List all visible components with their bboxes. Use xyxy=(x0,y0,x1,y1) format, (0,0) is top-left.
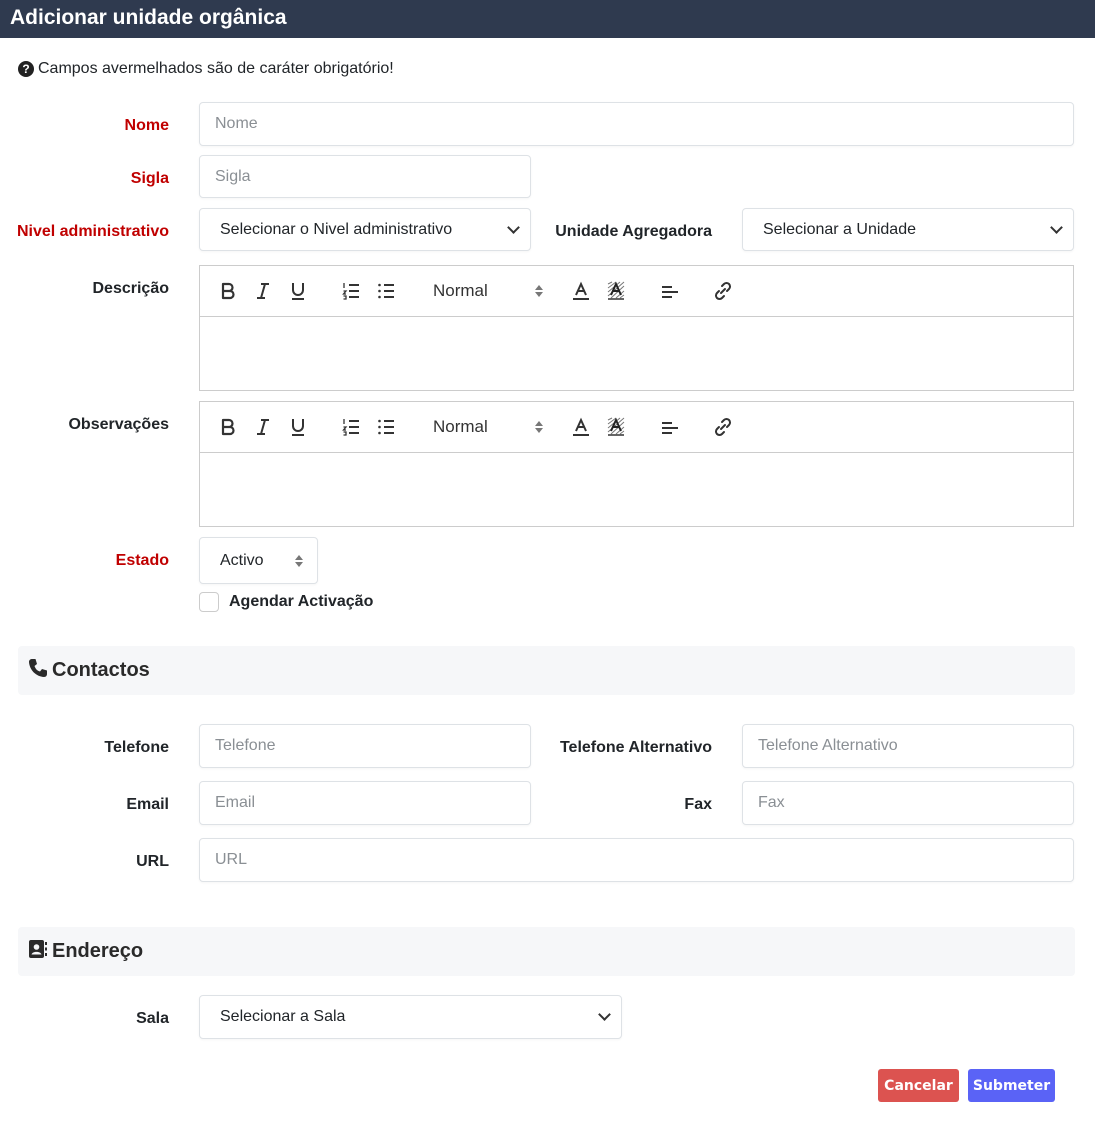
address-book-icon xyxy=(28,939,48,965)
nome-label: Nome xyxy=(124,117,169,134)
agendar-checkbox[interactable] xyxy=(199,592,219,612)
bold-icon[interactable] xyxy=(218,280,238,302)
descricao-label: Descrição xyxy=(92,280,170,297)
header-select[interactable]: Normal xyxy=(433,280,543,302)
updown-icon xyxy=(535,285,543,297)
fax-input[interactable]: Fax xyxy=(742,781,1074,825)
estado-select-value: Activo xyxy=(220,551,264,569)
background-icon[interactable] xyxy=(606,416,626,438)
nivel-label: Nivel administrativo xyxy=(16,223,169,240)
observacoes-editor: Normal xyxy=(199,401,1074,527)
header-select-value: Normal xyxy=(433,417,488,436)
link-icon[interactable] xyxy=(713,280,733,302)
agregadora-label: Unidade Agregadora xyxy=(555,223,712,240)
endereco-title: Endereço xyxy=(52,940,144,962)
sala-label: Sala xyxy=(136,1010,169,1027)
updown-icon xyxy=(535,421,543,433)
contactos-title: Contactos xyxy=(52,659,150,681)
url-input[interactable]: URL xyxy=(199,838,1074,882)
email-placeholder: Email xyxy=(215,794,256,811)
telefone-alt-input[interactable]: Telefone Alternativo xyxy=(742,724,1074,768)
phone-icon xyxy=(28,658,48,684)
email-input[interactable]: Email xyxy=(199,781,531,825)
color-icon[interactable] xyxy=(571,280,591,302)
italic-icon[interactable] xyxy=(253,280,273,302)
sigla-label: Sigla xyxy=(130,170,169,187)
modal-title: Adicionar unidade orgânica xyxy=(0,0,1095,38)
telefone-alt-placeholder: Telefone Alternativo xyxy=(758,737,898,754)
estado-select[interactable]: Activo xyxy=(199,537,318,584)
telefone-label: Telefone xyxy=(104,739,169,756)
agregadora-select-value: Selecionar a Unidade xyxy=(763,220,916,238)
chevron-down-icon xyxy=(507,220,520,234)
observacoes-label: Observações xyxy=(68,416,169,433)
header-select-value: Normal xyxy=(433,281,488,300)
telefone-alt-label: Telefone Alternativo xyxy=(559,739,712,756)
email-label: Email xyxy=(126,796,169,813)
telefone-placeholder: Telefone xyxy=(215,737,276,754)
observacoes-edit-area[interactable] xyxy=(200,453,1073,526)
underline-icon[interactable] xyxy=(288,280,308,302)
cancel-button[interactable]: Cancelar xyxy=(878,1069,959,1102)
agendar-label: Agendar Activação xyxy=(229,593,374,610)
fax-placeholder: Fax xyxy=(758,794,785,811)
required-hint: ? Campos avermelhados são de caráter obr… xyxy=(18,60,394,78)
nivel-select[interactable]: Selecionar o Nivel administrativo xyxy=(199,208,531,251)
fax-label: Fax xyxy=(684,796,712,813)
header-select[interactable]: Normal xyxy=(433,416,543,438)
sigla-input[interactable]: Sigla xyxy=(199,155,531,198)
estado-label: Estado xyxy=(115,552,169,569)
sigla-placeholder: Sigla xyxy=(215,167,251,185)
bullet-list-icon[interactable] xyxy=(376,280,396,302)
question-circle-icon: ? xyxy=(18,61,34,77)
align-icon[interactable] xyxy=(660,280,680,302)
sala-select-value: Selecionar a Sala xyxy=(220,1008,346,1025)
contactos-section-header: Contactos xyxy=(18,646,1075,695)
bullet-list-icon[interactable] xyxy=(376,416,396,438)
underline-icon[interactable] xyxy=(288,416,308,438)
updown-icon xyxy=(295,554,303,567)
telefone-input[interactable]: Telefone xyxy=(199,724,531,768)
required-hint-text: Campos avermelhados são de caráter obrig… xyxy=(38,60,394,77)
color-icon[interactable] xyxy=(571,416,591,438)
agregadora-select[interactable]: Selecionar a Unidade xyxy=(742,208,1074,251)
link-icon[interactable] xyxy=(713,416,733,438)
editor-toolbar: Normal xyxy=(200,266,1073,317)
background-icon[interactable] xyxy=(606,280,626,302)
nome-input[interactable]: Nome xyxy=(199,102,1074,146)
italic-icon[interactable] xyxy=(253,416,273,438)
nivel-select-value: Selecionar o Nivel administrativo xyxy=(220,220,453,238)
descricao-editor: Normal xyxy=(199,265,1074,391)
sala-select[interactable]: Selecionar a Sala xyxy=(199,995,622,1039)
align-icon[interactable] xyxy=(660,416,680,438)
bold-icon[interactable] xyxy=(218,416,238,438)
ordered-list-icon[interactable] xyxy=(341,280,361,302)
submit-button[interactable]: Submeter xyxy=(968,1069,1055,1102)
endereco-section-header: Endereço xyxy=(18,927,1075,976)
nome-placeholder: Nome xyxy=(215,115,258,132)
editor-toolbar: Normal xyxy=(200,402,1073,453)
chevron-down-icon xyxy=(598,1008,611,1021)
ordered-list-icon[interactable] xyxy=(341,416,361,438)
url-label: URL xyxy=(136,853,169,870)
url-placeholder: URL xyxy=(215,851,248,868)
chevron-down-icon xyxy=(1050,220,1063,234)
descricao-edit-area[interactable] xyxy=(200,317,1073,390)
